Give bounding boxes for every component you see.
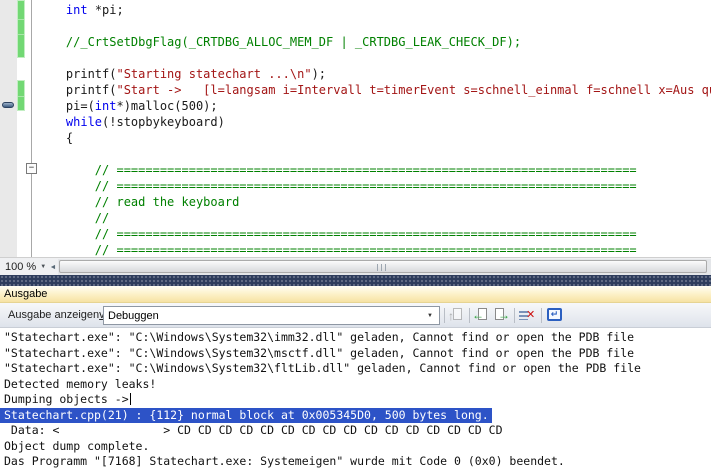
vs-ide-window: − int *pi; //_CrtSetDbgFlag(_CRTDBG_ALLO… — [0, 0, 711, 472]
text-caret — [130, 393, 131, 405]
output-text-area[interactable]: "Statechart.exe": "C:\Windows\System32\i… — [0, 330, 711, 472]
scroll-left-button[interactable]: ◄ — [48, 259, 58, 275]
output-line[interactable]: "Statechart.exe": "C:\Windows\System32\i… — [0, 330, 711, 346]
next-message-button[interactable]: → — [492, 307, 510, 324]
output-line[interactable]: Object dump complete. — [0, 439, 711, 455]
code-editor[interactable]: − int *pi; //_CrtSetDbgFlag(_CRTDBG_ALLO… — [0, 0, 711, 257]
change-tracking-bar — [17, 0, 25, 58]
document-icon — [453, 308, 462, 320]
code-text-area[interactable]: int *pi; //_CrtSetDbgFlag(_CRTDBG_ALLOC_… — [37, 2, 711, 257]
code-line[interactable]: { — [37, 130, 711, 146]
output-source-value: Debuggen — [104, 310, 427, 322]
arrow-right-icon: → — [498, 308, 510, 322]
code-line[interactable]: printf("Start -> [l=langsam i=Intervall … — [37, 82, 711, 98]
word-wrap-toggle-button[interactable]: ↵ — [546, 307, 564, 324]
code-line[interactable] — [37, 18, 711, 34]
clear-x-icon: ✕ — [526, 308, 535, 321]
zoom-level-combo[interactable]: 100 % ▼ — [0, 259, 47, 275]
toolbar-separator — [469, 308, 470, 323]
code-line[interactable] — [37, 146, 711, 162]
output-line[interactable]: Dumping objects -> — [0, 392, 711, 408]
change-tracking-bar — [17, 80, 25, 111]
chevron-down-icon: ▼ — [40, 264, 46, 270]
editor-status-row: 100 % ▼ ◄ — [0, 257, 711, 275]
code-line[interactable]: while(!stopbykeyboard) — [37, 114, 711, 130]
output-panel-title: Ausgabe — [0, 288, 47, 300]
find-message-button[interactable]: ↑ — [448, 307, 466, 324]
code-line[interactable]: // =====================================… — [37, 162, 711, 178]
code-line[interactable]: int *pi; — [37, 2, 711, 18]
word-wrap-icon: ↵ — [547, 308, 562, 321]
output-line[interactable]: Data: < > CD CD CD CD CD CD CD CD CD CD … — [0, 423, 711, 439]
scrollbar-thumb[interactable] — [59, 260, 707, 273]
code-line[interactable]: // =====================================… — [37, 242, 711, 257]
toolbar-separator — [541, 308, 542, 323]
scrollbar-grip-icon — [377, 264, 389, 271]
output-panel-header[interactable]: Ausgabe — [0, 286, 711, 303]
code-line[interactable]: // =====================================… — [37, 178, 711, 194]
output-line[interactable]: Detected memory leaks! — [0, 377, 711, 393]
arrow-up-icon: ↑ — [448, 309, 454, 323]
toolbar-separator — [444, 308, 445, 323]
previous-message-button[interactable]: ← — [473, 307, 491, 324]
window-splitter[interactable] — [0, 275, 711, 286]
arrow-left-icon: ← — [472, 308, 484, 322]
editor-indicator-margin[interactable] — [0, 0, 17, 257]
horizontal-scrollbar[interactable] — [58, 259, 711, 275]
code-line[interactable]: printf("Starting statechart ...\n"); — [37, 66, 711, 82]
code-line[interactable] — [37, 50, 711, 66]
output-line[interactable]: "Statechart.exe": "C:\Windows\System32\m… — [0, 346, 711, 362]
clear-all-button[interactable]: ✕ — [518, 307, 536, 324]
output-line-highlighted[interactable]: Statechart.cpp(21) : {112} normal block … — [0, 408, 492, 424]
scroll-left-icon: ◄ — [50, 264, 57, 271]
code-line[interactable]: // =====================================… — [37, 226, 711, 242]
fold-margin-line — [31, 0, 32, 257]
chevron-down-icon: ▼ — [427, 313, 439, 319]
output-source-combo[interactable]: Debuggen ▼ — [103, 306, 440, 325]
code-line[interactable]: //_CrtSetDbgFlag(_CRTDBG_ALLOC_MEM_DF | … — [37, 34, 711, 50]
output-line[interactable]: "Statechart.exe": "C:\Windows\System32\f… — [0, 361, 711, 377]
toolbar-separator — [514, 308, 515, 323]
margin-dash-icon[interactable] — [2, 102, 14, 108]
code-line[interactable]: // read the keyboard — [37, 194, 711, 210]
output-line[interactable]: Das Programm "[7168] Statechart.exe: Sys… — [0, 454, 711, 470]
code-line[interactable]: // — [37, 210, 711, 226]
zoom-level-value: 100 % — [5, 261, 36, 273]
output-toolbar: Ausgabe anzeigen von: Debuggen ▼ ↑ ← → ✕ — [0, 303, 711, 328]
code-line[interactable]: pi=(int*)malloc(500); — [37, 98, 711, 114]
collapse-toggle-icon[interactable]: − — [26, 163, 37, 174]
